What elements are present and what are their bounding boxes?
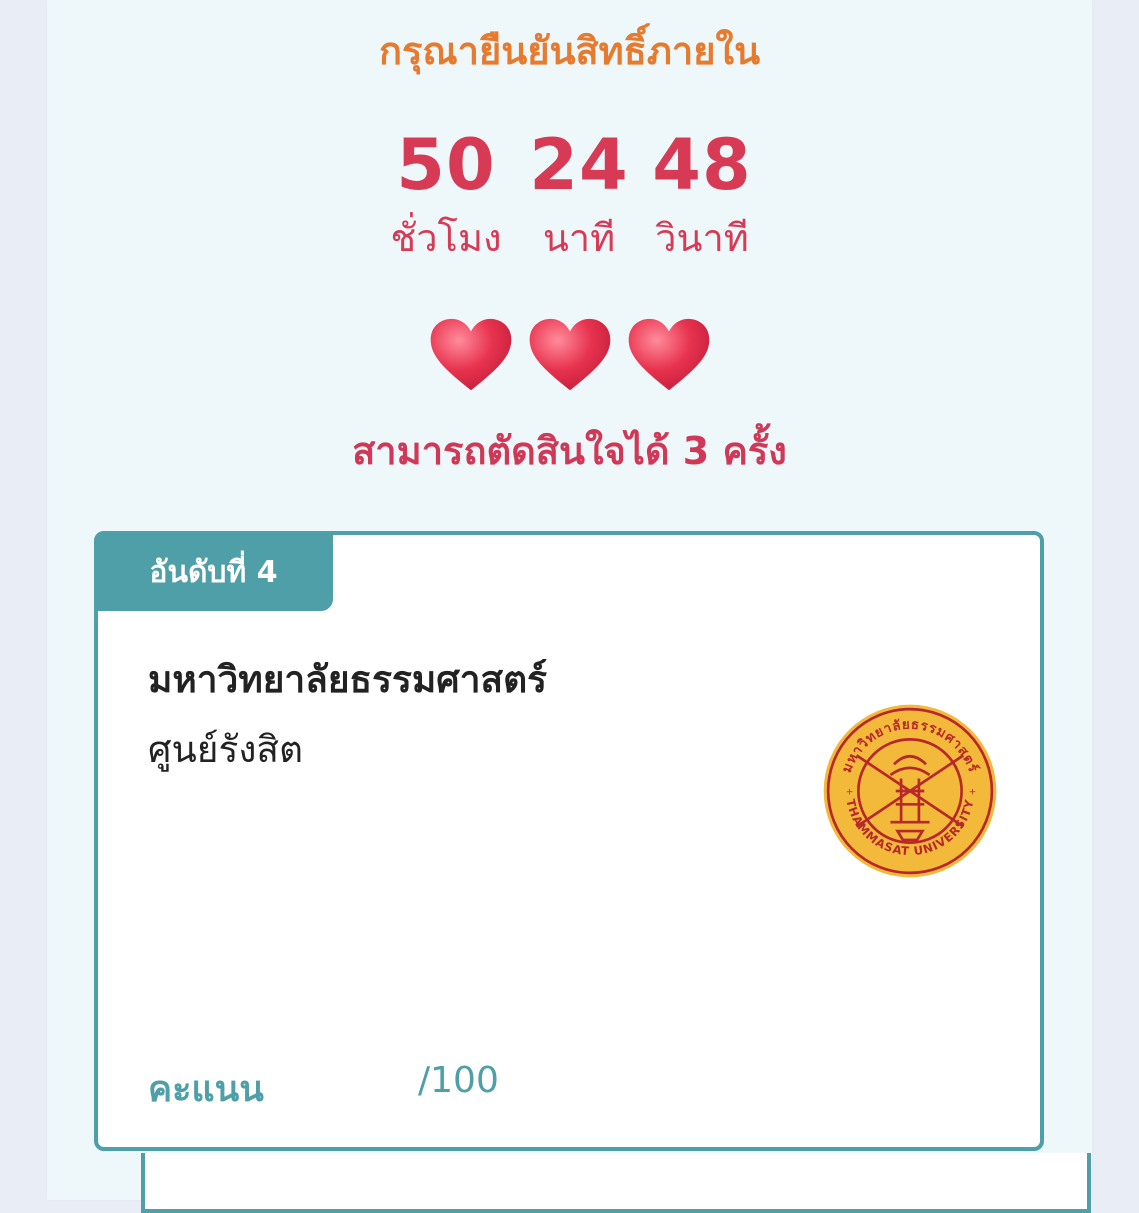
university-logo: มหาวิทยาลัยธรรมศาสตร์ THAMMASAT UNIVERSI… bbox=[823, 704, 997, 878]
hours-label: ชั่วโมง bbox=[390, 216, 502, 260]
attempt-hearts bbox=[47, 318, 1092, 392]
heart-icon bbox=[430, 318, 512, 391]
heart-icon bbox=[529, 318, 611, 391]
attempts-text: สามารถตัดสินใจได้ 3 ครั้ง bbox=[352, 429, 787, 473]
svg-text:+: + bbox=[969, 788, 976, 798]
confirmation-panel: กรุณายืนยันสิทธิ์ภายใน 50 ชั่วโมง 24 นาท… bbox=[47, 0, 1092, 1213]
score-row: คะแนน /100 bbox=[148, 1060, 548, 1110]
result-card[interactable]: อันดับที่ 4 มหาวิทยาลัยธรรมศาสตร์ ศูนย์ร… bbox=[94, 531, 1044, 1151]
countdown-minutes: 24 นาที bbox=[509, 125, 649, 263]
seconds-label: วินาที bbox=[655, 216, 749, 260]
university-name: มหาวิทยาลัยธรรมศาสตร์ bbox=[148, 658, 547, 701]
heart-icon bbox=[628, 318, 710, 391]
minutes-value: 24 bbox=[529, 124, 629, 206]
campus-name: ศูนย์รังสิต bbox=[148, 728, 304, 771]
rank-badge: อันดับที่ 4 bbox=[94, 531, 333, 611]
next-result-card[interactable] bbox=[141, 1153, 1091, 1213]
hours-value: 50 bbox=[396, 124, 496, 206]
svg-text:+: + bbox=[846, 788, 853, 798]
deadline-title: กรุณายืนยันสิทธิ์ภายใน bbox=[378, 29, 761, 73]
score-label: คะแนน bbox=[148, 1069, 264, 1110]
score-max: /100 bbox=[418, 1060, 499, 1101]
countdown-hours: 50 ชั่วโมง bbox=[376, 125, 516, 263]
rank-label: อันดับที่ 4 bbox=[149, 554, 278, 590]
seconds-value: 48 bbox=[652, 124, 752, 206]
minutes-label: นาที bbox=[542, 216, 616, 260]
countdown-seconds: 48 วินาที bbox=[632, 125, 772, 263]
